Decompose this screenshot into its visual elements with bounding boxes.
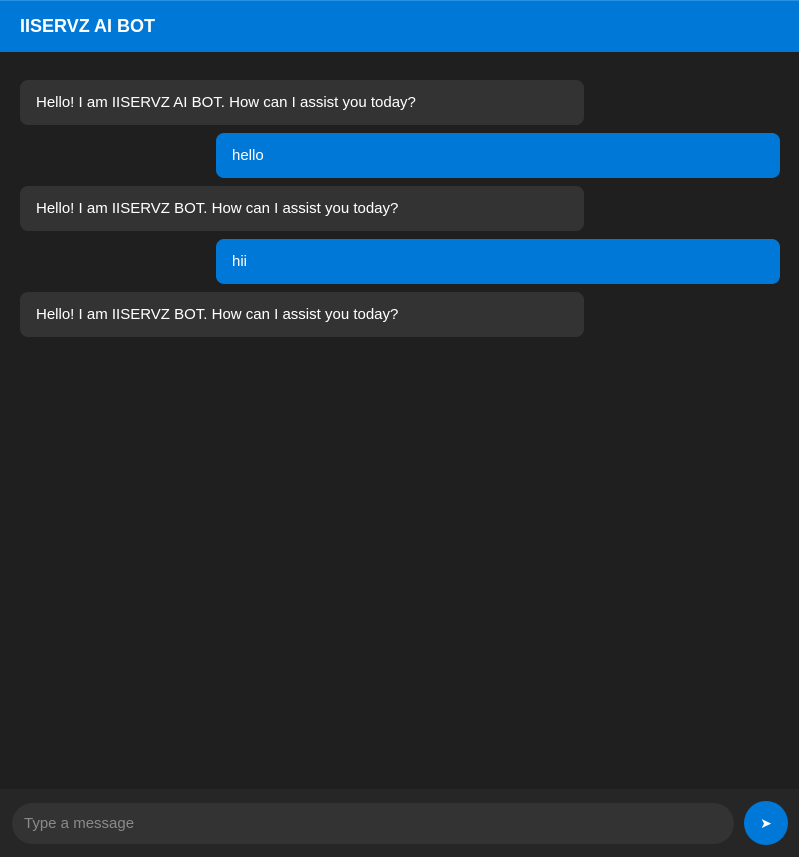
send-icon: ➤ — [760, 814, 772, 831]
message-text: hello — [232, 147, 264, 164]
message-text: Hello! I am IISERVZ AI BOT. How can I as… — [36, 94, 416, 111]
app-header: IISERVZ AI BOT — [0, 0, 799, 52]
send-button[interactable]: ➤ — [744, 801, 788, 845]
bot-message: Hello! I am IISERVZ BOT. How can I assis… — [20, 292, 584, 337]
chat-app: IISERVZ AI BOT Hello! I am IISERVZ AI BO… — [0, 0, 799, 857]
message-text: Hello! I am IISERVZ BOT. How can I assis… — [36, 306, 399, 323]
message-input[interactable] — [12, 803, 734, 844]
message-text: hii — [232, 253, 248, 270]
message-list: Hello! I am IISERVZ AI BOT. How can I as… — [0, 52, 799, 789]
composer-bar: ➤ — [0, 789, 799, 857]
user-message: hello — [216, 133, 780, 178]
bot-message: Hello! I am IISERVZ BOT. How can I assis… — [20, 186, 584, 231]
user-message: hii — [216, 239, 780, 284]
bot-message: Hello! I am IISERVZ AI BOT. How can I as… — [20, 80, 584, 125]
app-title: IISERVZ AI BOT — [20, 16, 156, 36]
message-text: Hello! I am IISERVZ BOT. How can I assis… — [36, 200, 399, 217]
